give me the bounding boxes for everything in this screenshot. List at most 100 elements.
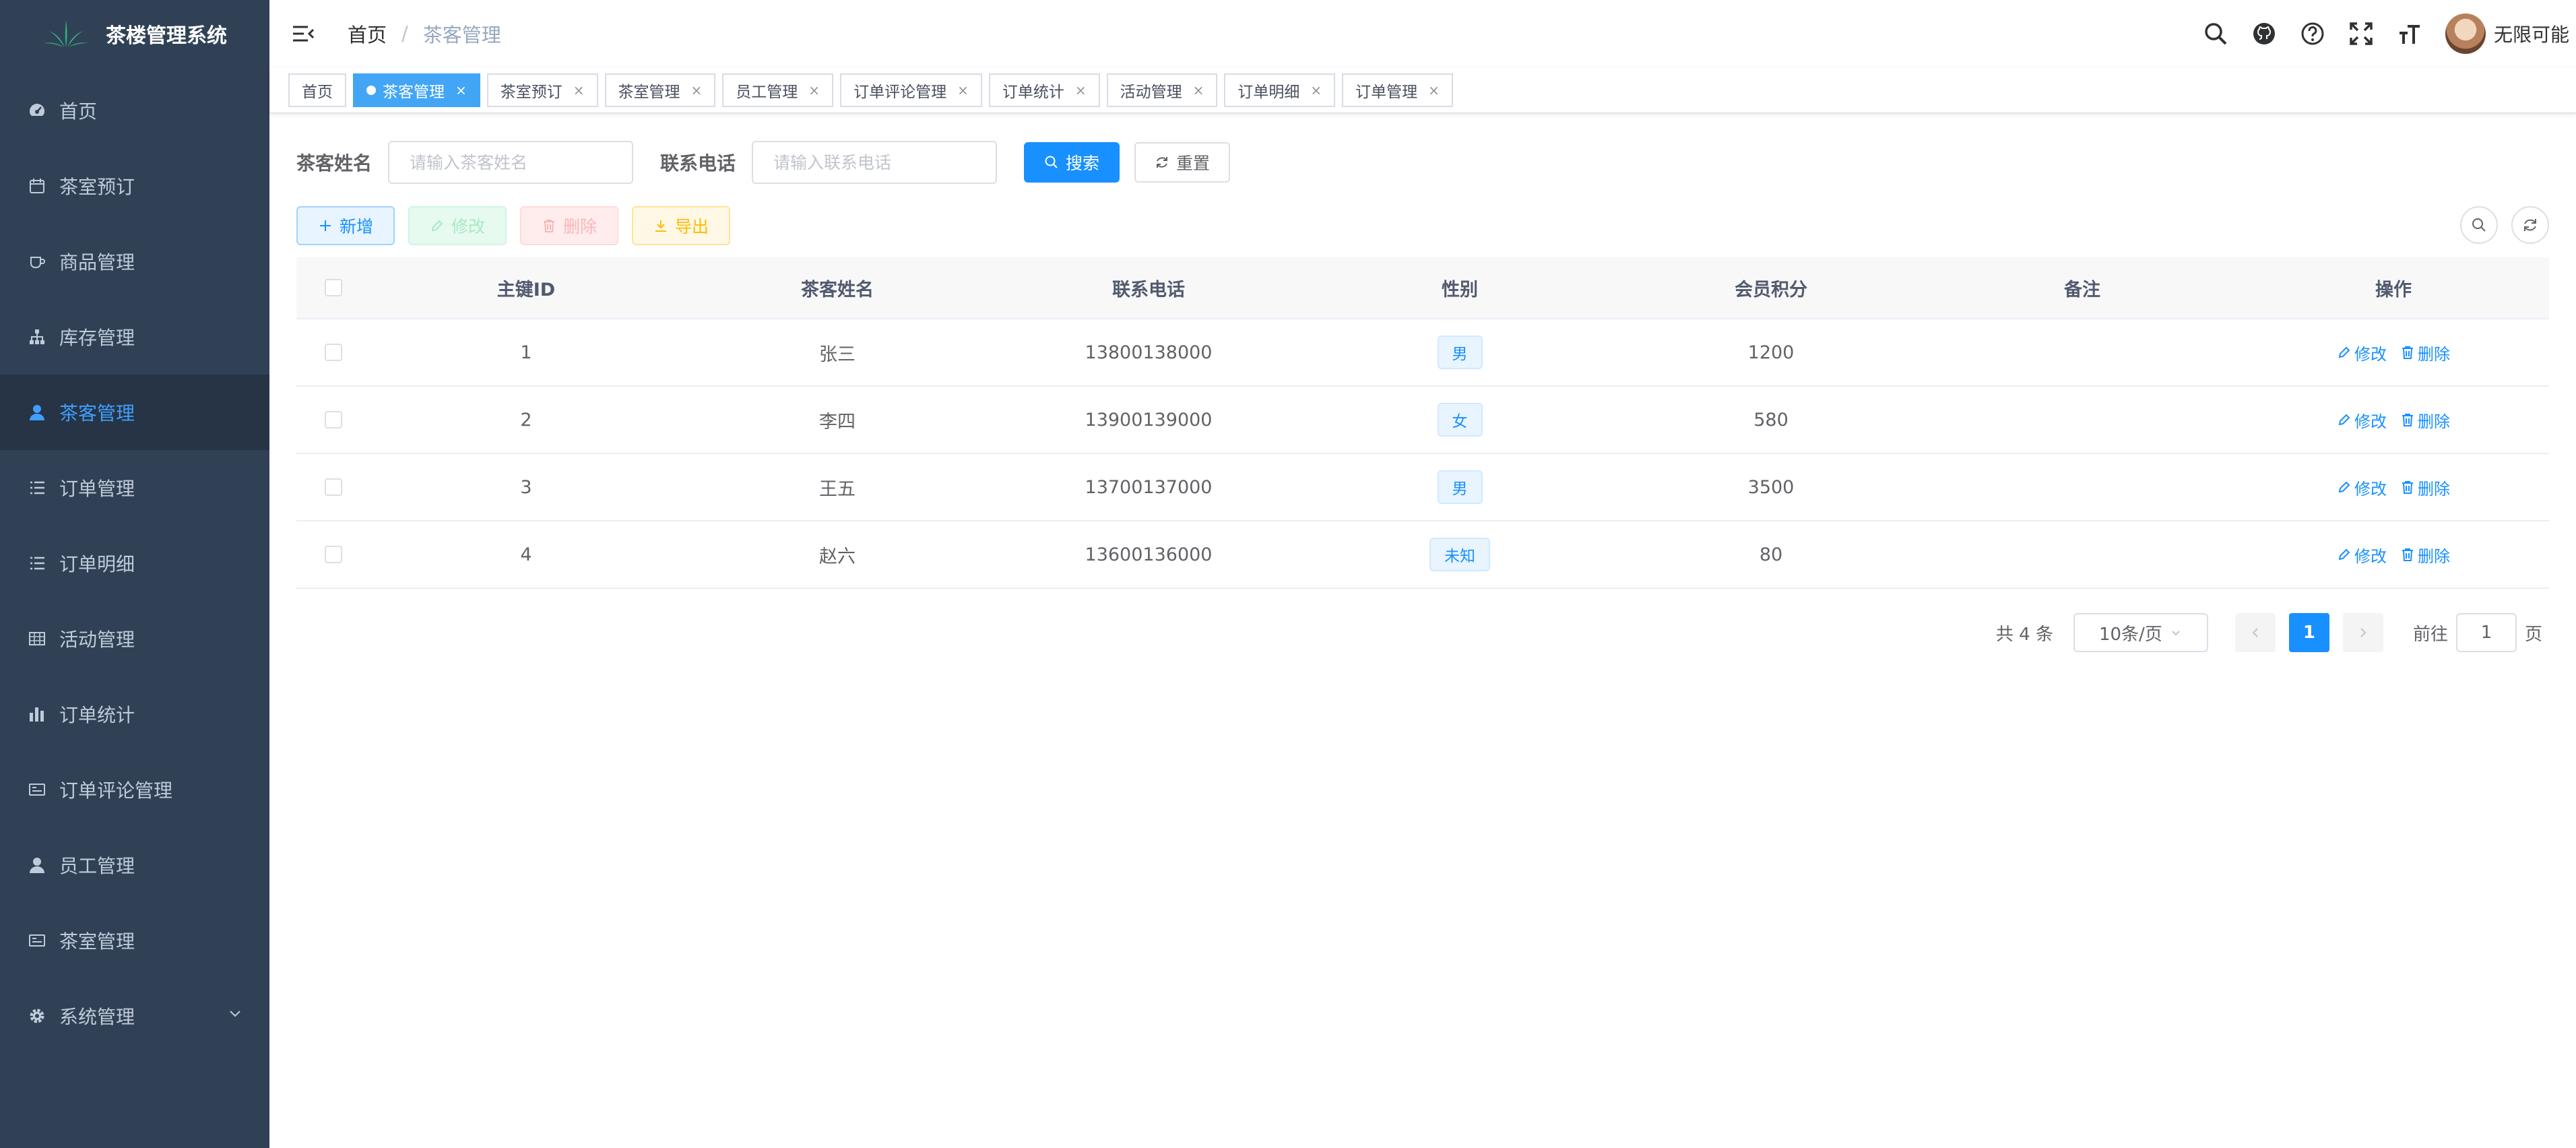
sidebar-item-room-booking[interactable]: 茶室预订: [0, 148, 269, 224]
close-icon[interactable]: ×: [691, 82, 703, 98]
pagination-total: 共 4 条: [1995, 624, 2053, 645]
gear-icon: [27, 1006, 47, 1026]
chevron-down-icon: [230, 1011, 240, 1017]
sidebar-item-order-details[interactable]: 订单明细: [0, 525, 269, 601]
trash-icon: [2402, 481, 2413, 494]
row-delete-link[interactable]: 删除: [2400, 408, 2450, 432]
select-all-checkbox[interactable]: [325, 279, 342, 296]
add-button-label: 新增: [340, 217, 374, 236]
sidebar-item-system[interactable]: 系统管理: [0, 978, 269, 1054]
dashboard-icon: [27, 100, 47, 121]
row-delete-link[interactable]: 删除: [2400, 341, 2450, 364]
phone-input[interactable]: [752, 141, 998, 184]
question-icon[interactable]: [2300, 21, 2325, 46]
plus-icon: [320, 220, 331, 231]
tag-label: 订单统计: [1002, 83, 1064, 101]
sidebar-item-orders[interactable]: 订单管理: [0, 450, 269, 525]
sidebar-item-tea-rooms[interactable]: 茶室管理: [0, 903, 269, 978]
sidebar-item-label: 员工管理: [59, 855, 135, 877]
edit-icon: [2338, 548, 2350, 561]
sidebar-menu: 首页 茶室预订 商品管理 库存管理 茶客管理 订单管理 订单明细 活动管理 订单…: [0, 73, 269, 1054]
tag-tea-rooms[interactable]: 茶室管理 ×: [604, 73, 716, 107]
reset-button[interactable]: 重置: [1134, 142, 1231, 183]
tag-label: 茶室管理: [618, 83, 680, 101]
close-icon[interactable]: ×: [808, 82, 820, 98]
delete-button[interactable]: 删除: [520, 206, 619, 245]
cup-icon: [27, 251, 47, 272]
username[interactable]: 无限可能: [2494, 20, 2569, 47]
name-input[interactable]: [388, 141, 634, 184]
tag-order-stats[interactable]: 订单统计 ×: [988, 73, 1100, 107]
sidebar-item-order-stats[interactable]: 订单统计: [0, 676, 269, 752]
row-edit-link[interactable]: 修改: [2337, 476, 2387, 499]
tag-orders[interactable]: 订单管理 ×: [1342, 73, 1453, 107]
trash-icon: [2402, 548, 2413, 561]
tag-staff[interactable]: 员工管理 ×: [722, 73, 834, 107]
row-checkbox[interactable]: [325, 546, 342, 563]
cell-phone: 13800138000: [1085, 342, 1213, 363]
row-delete-link[interactable]: 删除: [2400, 543, 2450, 567]
close-icon[interactable]: ×: [1310, 82, 1322, 98]
close-icon[interactable]: ×: [1075, 82, 1087, 98]
tag-room-booking[interactable]: 茶室预订 ×: [486, 73, 598, 107]
page-size-select[interactable]: 10条/页: [2073, 613, 2208, 652]
search-icon[interactable]: [2203, 21, 2228, 46]
font-size-icon[interactable]: [2397, 21, 2422, 46]
breadcrumb-current: 茶客管理: [422, 24, 501, 46]
sidebar-item-customers[interactable]: 茶客管理: [0, 375, 269, 450]
cell-points: 80: [1759, 544, 1783, 565]
cell-gender: 男: [1304, 336, 1615, 369]
tag-home[interactable]: 首页: [288, 73, 346, 107]
close-icon[interactable]: ×: [1428, 82, 1440, 98]
tag-customers[interactable]: 茶客管理 ×: [353, 73, 480, 107]
sidebar-item-activities[interactable]: 活动管理: [0, 601, 269, 676]
logo[interactable]: 茶楼管理系统: [0, 0, 269, 67]
close-icon[interactable]: ×: [573, 82, 585, 98]
sidebar-item-home[interactable]: 首页: [0, 73, 269, 148]
add-button[interactable]: 新增: [296, 206, 395, 245]
row-delete-label: 删除: [2418, 412, 2450, 431]
edit-icon: [431, 220, 443, 232]
grid-icon: [27, 629, 47, 649]
goto-page-input[interactable]: [2455, 613, 2517, 652]
row-delete-link[interactable]: 删除: [2400, 476, 2450, 499]
toggle-search-button[interactable]: [2460, 206, 2498, 244]
row-edit-link[interactable]: 修改: [2337, 408, 2387, 432]
cell-actions: 修改 删除: [2238, 543, 2549, 567]
search-button[interactable]: 搜索: [1024, 142, 1120, 183]
checkbox-cell: [296, 411, 371, 428]
row-checkbox[interactable]: [325, 478, 342, 496]
tag-label: 订单明细: [1237, 83, 1300, 101]
export-button[interactable]: 导出: [632, 206, 731, 245]
export-button-label: 导出: [675, 217, 709, 236]
tag-order-details[interactable]: 订单明细 ×: [1224, 73, 1336, 107]
github-icon[interactable]: [2251, 21, 2277, 46]
row-edit-link[interactable]: 修改: [2337, 341, 2387, 364]
hamburger-icon[interactable]: [291, 22, 315, 46]
column-header: 操作: [2375, 279, 2412, 300]
sidebar-item-order-reviews[interactable]: 订单评论管理: [0, 752, 269, 827]
close-icon[interactable]: ×: [957, 82, 969, 98]
sidebar-item-products[interactable]: 商品管理: [0, 224, 269, 299]
row-checkbox[interactable]: [325, 344, 342, 361]
sidebar-item-inventory[interactable]: 库存管理: [0, 299, 269, 375]
tag-activities[interactable]: 活动管理 ×: [1106, 73, 1218, 107]
next-page-button[interactable]: [2342, 613, 2383, 652]
breadcrumb-home[interactable]: 首页: [348, 20, 387, 48]
prev-page-button[interactable]: [2234, 613, 2276, 652]
app-title: 茶楼管理系统: [106, 24, 227, 48]
edit-button[interactable]: 修改: [408, 206, 507, 245]
sidebar-item-staff[interactable]: 员工管理: [0, 827, 269, 903]
calendar-icon: [27, 176, 47, 196]
close-icon[interactable]: ×: [1193, 82, 1204, 98]
fullscreen-icon[interactable]: [2348, 21, 2374, 46]
search-form: 茶客姓名 联系电话 搜索 重置: [296, 140, 1231, 185]
avatar[interactable]: [2445, 13, 2486, 54]
close-icon[interactable]: ×: [455, 82, 467, 98]
row-checkbox[interactable]: [325, 411, 342, 428]
row-edit-link[interactable]: 修改: [2337, 543, 2387, 567]
cell-id: 2: [520, 409, 532, 430]
tag-order-reviews[interactable]: 订单评论管理 ×: [840, 73, 982, 107]
page-number[interactable]: 1: [2288, 613, 2329, 652]
refresh-button[interactable]: [2511, 206, 2549, 244]
